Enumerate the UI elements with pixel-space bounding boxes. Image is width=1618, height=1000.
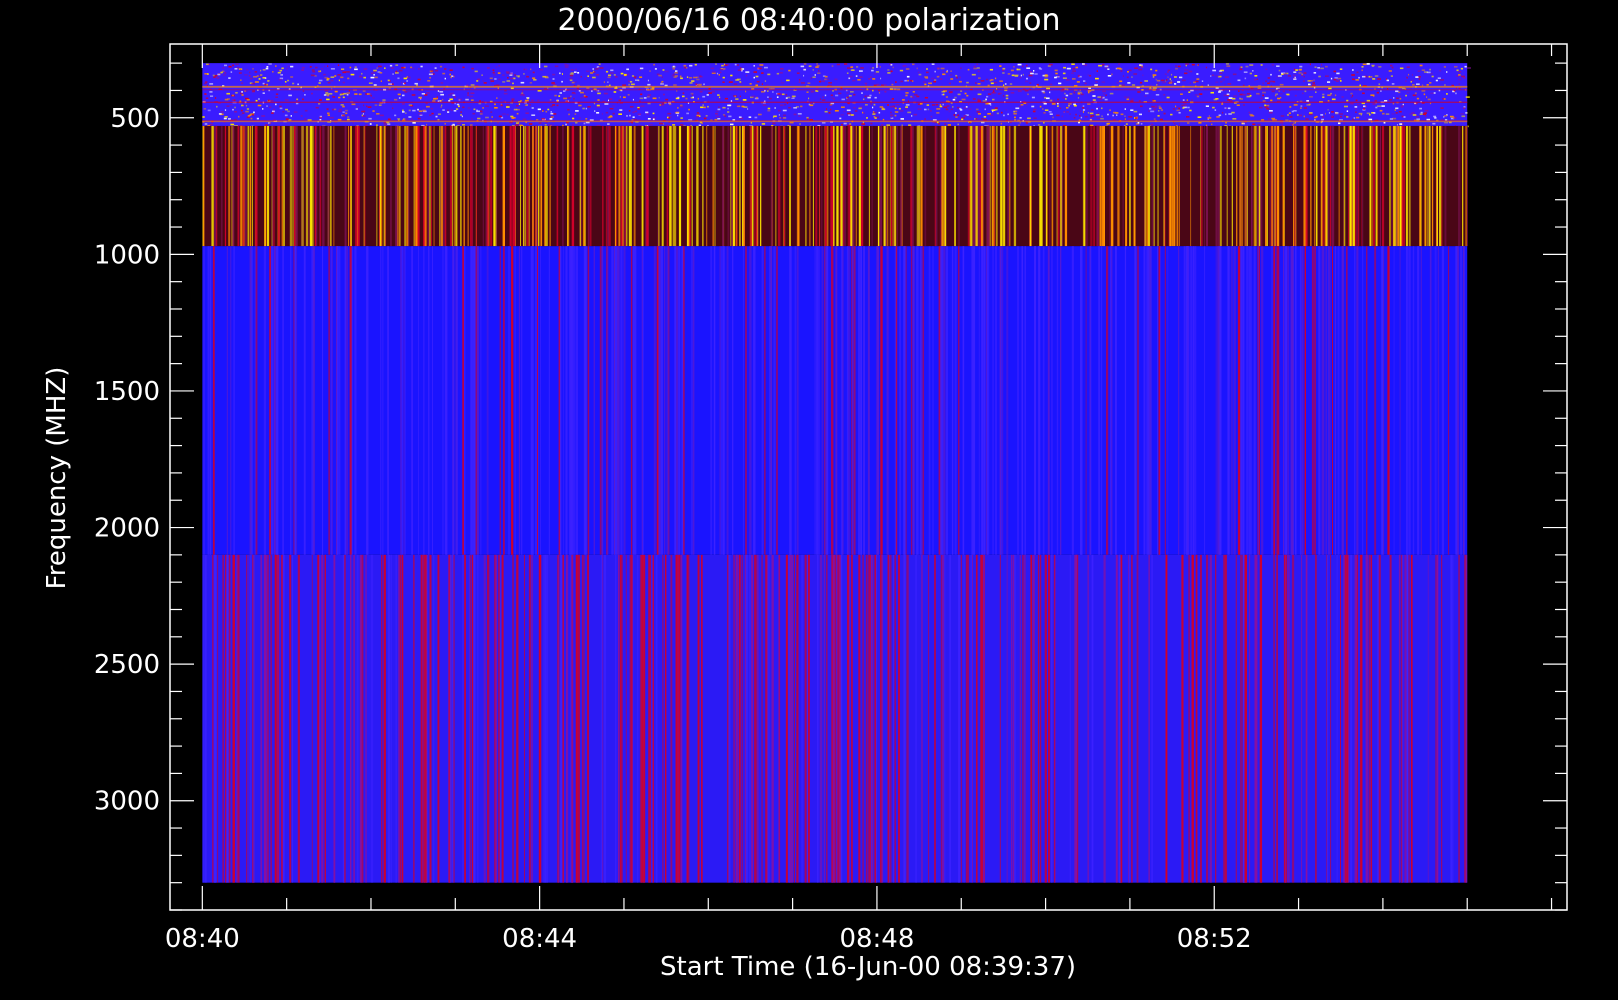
frequency-band: [202, 63, 1471, 128]
x-tick-label: 08:52: [1177, 924, 1252, 954]
spectrogram-chart: 2000/06/16 08:40:00 polarization 08:40 08…: [42, 3, 1568, 982]
x-axis-label: Start Time (16-Jun-00 08:39:37): [660, 952, 1076, 982]
x-tick-label: 08:48: [839, 924, 914, 954]
heatmap-image: [202, 63, 1471, 883]
x-tick-label: 08:44: [502, 924, 577, 954]
y-tick-label: 3000: [94, 787, 160, 817]
y-tick-label: 1000: [94, 240, 160, 270]
chart-title: 2000/06/16 08:40:00 polarization: [557, 3, 1060, 38]
y-tick-label: 500: [110, 104, 160, 134]
x-tick-label: 08:40: [165, 924, 240, 954]
y-axis-label: Frequency (MHZ): [42, 367, 72, 590]
frequency-band: [202, 246, 1468, 555]
y-tick-label: 2000: [94, 514, 160, 544]
frequency-band: [202, 125, 1468, 247]
y-tick-label: 1500: [94, 377, 160, 407]
frequency-band: [202, 554, 1468, 883]
y-tick-label: 2500: [94, 650, 160, 680]
